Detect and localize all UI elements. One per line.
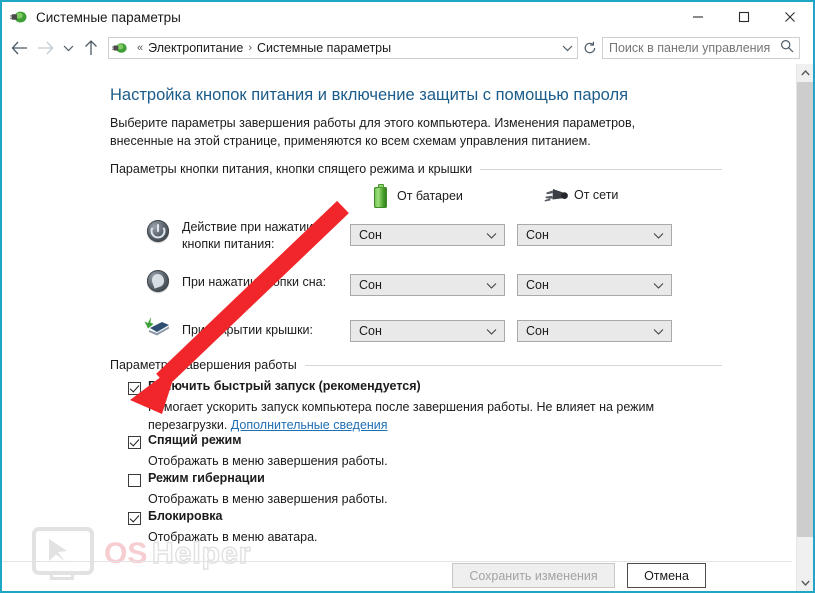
breadcrumb-item-system-settings[interactable]: Системные параметры — [257, 41, 391, 55]
watermark-monitor-icon — [32, 527, 94, 575]
power-buttons-group-title: Параметры кнопки питания, кнопки спящего… — [110, 162, 473, 176]
fast-startup-label[interactable]: Включить быстрый запуск (рекомендуется) — [148, 379, 421, 393]
control-panel-window: Системные параметры « Электропитание › С… — [0, 0, 815, 593]
address-bar: « Электропитание › Системные параметры — [2, 32, 813, 64]
combo-value: Сон — [526, 324, 549, 338]
shutdown-group-header: Параметры завершения работы — [110, 358, 722, 372]
content-area: Настройка кнопок питания и включение защ… — [2, 64, 792, 591]
forward-arrow-icon — [32, 33, 58, 63]
recent-locations-chevron-down-icon[interactable] — [58, 33, 78, 63]
group-divider — [304, 364, 722, 366]
chevron-down-icon — [653, 228, 664, 242]
page-title: Настройка кнопок питания и включение защ… — [110, 86, 629, 104]
combo-value: Сон — [526, 278, 549, 292]
minimize-icon[interactable] — [675, 2, 721, 32]
scroll-up-icon[interactable] — [797, 64, 813, 81]
column-label-ac: От сети — [574, 188, 619, 202]
refresh-icon[interactable] — [579, 37, 601, 59]
chevron-down-icon — [486, 324, 497, 338]
chevron-down-icon — [486, 278, 497, 292]
column-label-battery: От батареи — [397, 189, 463, 203]
combo-value: Сон — [359, 278, 382, 292]
sleep-mode-label[interactable]: Спящий режим — [148, 433, 241, 447]
chevron-down-icon — [653, 324, 664, 338]
maximize-icon[interactable] — [721, 2, 767, 32]
breadcrumb-chevron-down-icon[interactable] — [562, 41, 573, 55]
lock-description: Отображать в меню аватара. — [148, 530, 318, 544]
breadcrumb-item-power-options[interactable]: Электропитание — [148, 41, 243, 55]
back-arrow-icon[interactable] — [6, 33, 32, 63]
scrollbar-thumb[interactable] — [797, 82, 813, 537]
lock-label[interactable]: Блокировка — [148, 509, 223, 523]
search-input[interactable] — [603, 40, 776, 56]
scroll-down-icon[interactable] — [797, 574, 813, 591]
laptop-lid-icon — [144, 316, 170, 338]
footer-divider — [2, 561, 792, 562]
setting-label-power-button: Действие при нажатии кнопки питания: — [182, 220, 314, 251]
search-icon[interactable] — [780, 39, 794, 58]
fast-startup-description: Помогает ускорить запуск компьютера посл… — [148, 399, 668, 434]
combo-power-button-ac[interactable]: Сон — [517, 224, 672, 246]
fast-startup-description-text: Помогает ускорить запуск компьютера посл… — [148, 400, 655, 432]
setting-label-lid-close: При закрытии крышки: — [182, 323, 313, 337]
sleep-mode-checkbox[interactable] — [128, 436, 141, 449]
title-bar: Системные параметры — [2, 2, 813, 32]
breadcrumb-power-options-icon — [112, 40, 128, 56]
window-controls — [675, 2, 813, 32]
sleep-mode-description: Отображать в меню завершения работы. — [148, 454, 388, 468]
watermark-text-os: OS — [104, 537, 148, 570]
power-plug-icon — [542, 186, 568, 204]
breadcrumb-overflow[interactable]: « — [137, 42, 143, 54]
search-box[interactable] — [602, 37, 800, 59]
breadcrumb[interactable]: « Электропитание › Системные параметры — [108, 37, 578, 59]
battery-icon — [374, 184, 387, 208]
up-arrow-icon[interactable] — [78, 33, 104, 63]
column-header-ac: От сети — [542, 186, 618, 204]
column-header-battery: От батареи — [374, 184, 463, 208]
setting-label-sleep-button: При нажатии кнопки сна: — [182, 275, 327, 289]
combo-sleep-button-battery[interactable]: Сон — [350, 274, 505, 296]
window-title: Системные параметры — [36, 9, 181, 25]
chevron-down-icon — [653, 278, 664, 292]
breadcrumb-separator: › — [248, 42, 252, 54]
cancel-button[interactable]: Отмена — [627, 563, 706, 588]
combo-lid-close-ac[interactable]: Сон — [517, 320, 672, 342]
chevron-down-icon — [486, 228, 497, 242]
combo-value: Сон — [526, 228, 549, 242]
power-button-icon — [147, 220, 169, 242]
more-info-link[interactable]: Дополнительные сведения — [231, 418, 388, 432]
combo-value: Сон — [359, 228, 382, 242]
vertical-scrollbar[interactable] — [796, 64, 813, 591]
hibernate-mode-checkbox[interactable] — [128, 474, 141, 487]
combo-sleep-button-ac[interactable]: Сон — [517, 274, 672, 296]
combo-value: Сон — [359, 324, 382, 338]
hibernate-mode-description: Отображать в меню завершения работы. — [148, 492, 388, 506]
sleep-button-icon — [147, 270, 169, 292]
combo-power-button-battery[interactable]: Сон — [350, 224, 505, 246]
combo-lid-close-battery[interactable]: Сон — [350, 320, 505, 342]
hibernate-mode-label[interactable]: Режим гибернации — [148, 471, 265, 485]
page-description: Выберите параметры завершения работы для… — [110, 116, 636, 149]
save-button[interactable]: Сохранить изменения — [452, 563, 615, 588]
fast-startup-checkbox[interactable] — [128, 382, 141, 395]
watermark-monitor-stand — [50, 575, 74, 580]
power-options-icon — [10, 8, 28, 26]
lock-checkbox[interactable] — [128, 512, 141, 525]
close-icon[interactable] — [767, 2, 813, 32]
group-divider — [480, 168, 722, 170]
shutdown-group-title: Параметры завершения работы — [110, 358, 297, 372]
power-buttons-group-header: Параметры кнопки питания, кнопки спящего… — [110, 162, 722, 176]
